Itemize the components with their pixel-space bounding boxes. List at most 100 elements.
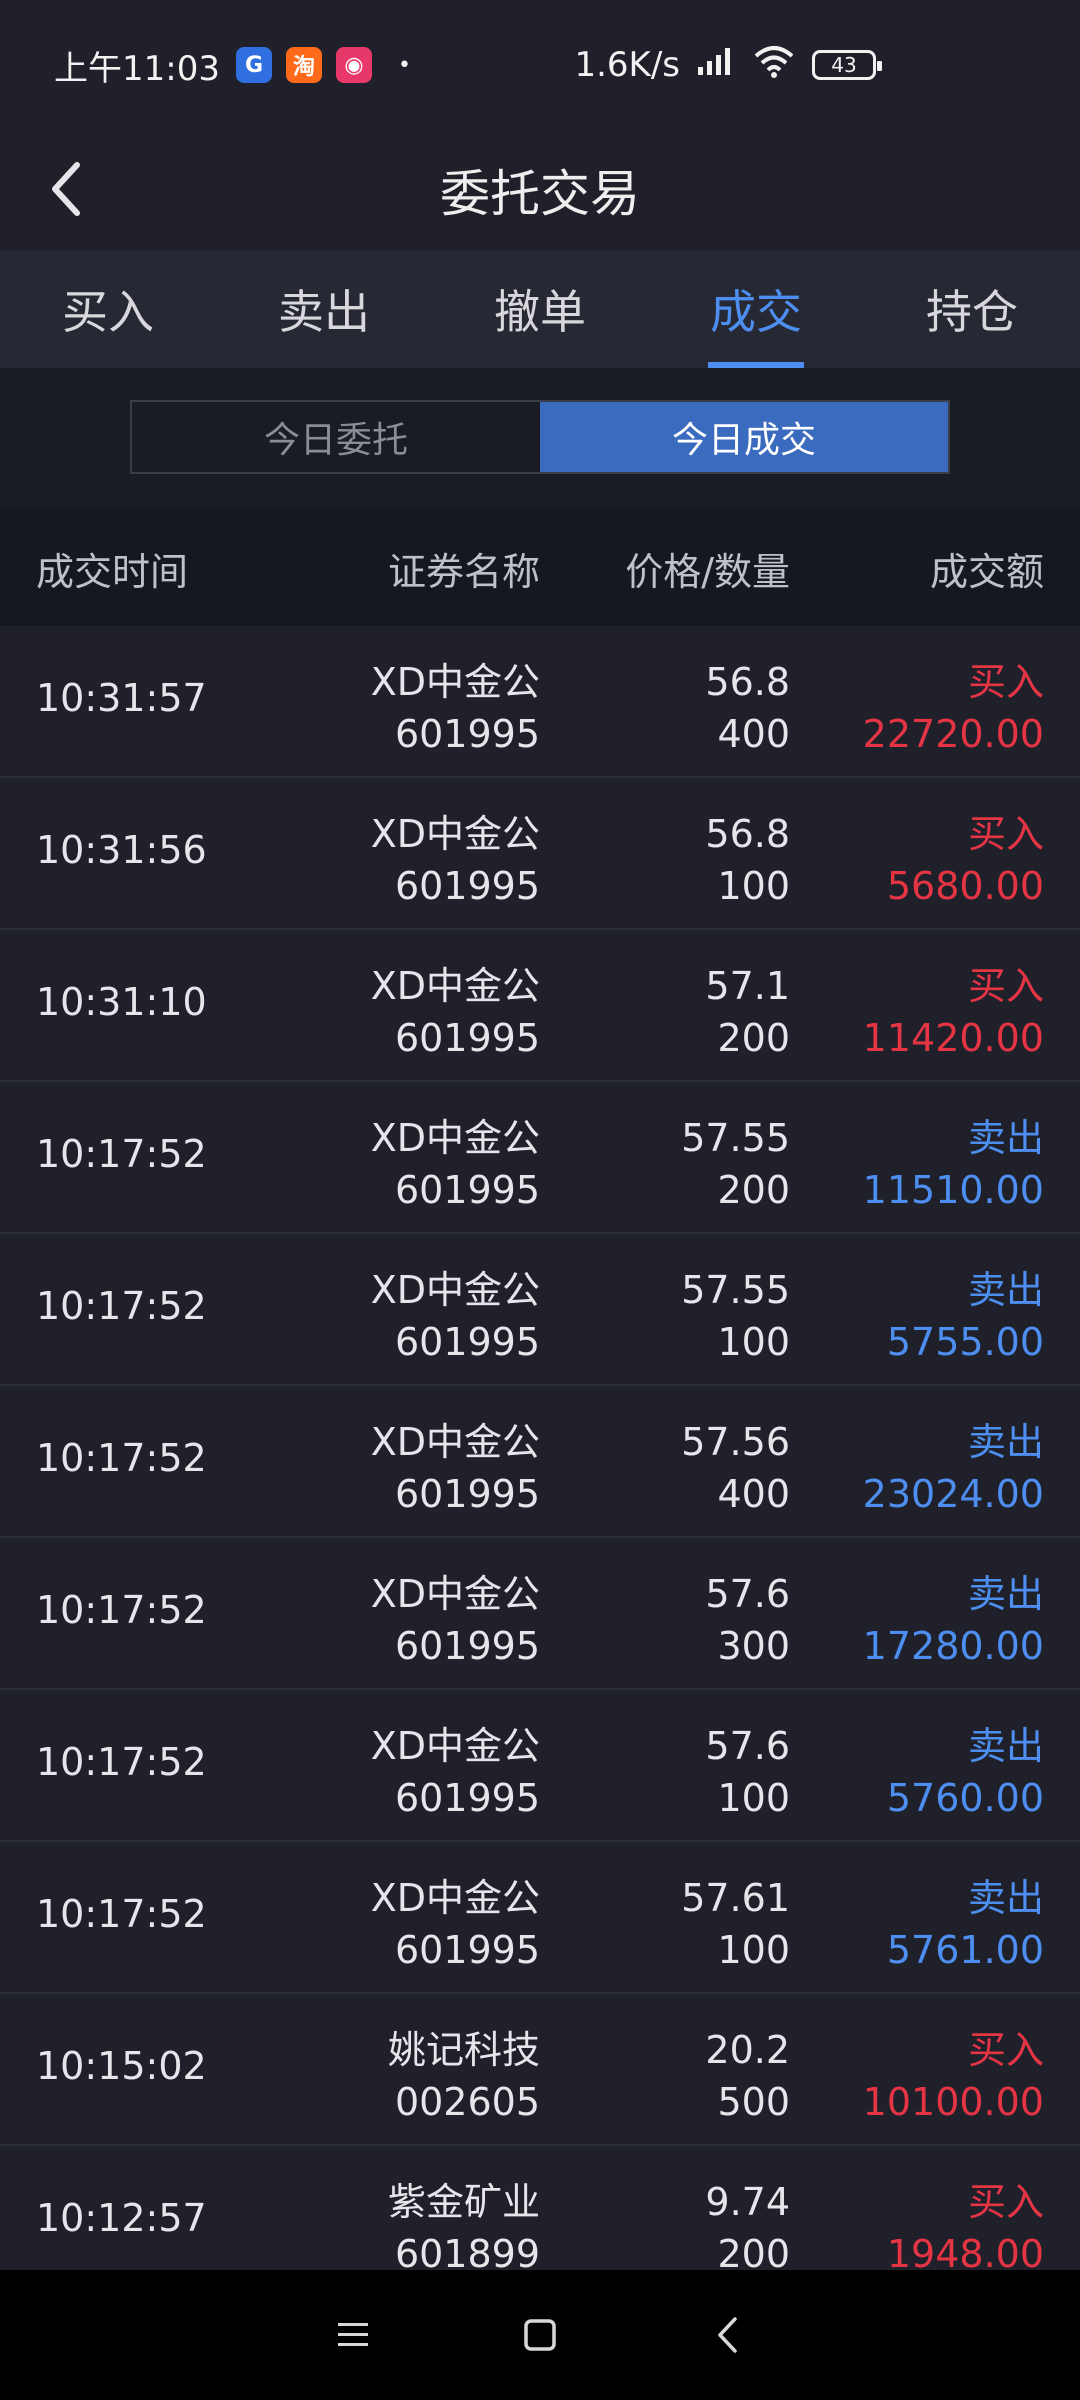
trade-time: 10:17:52: [36, 1588, 207, 1632]
segment-today-deals[interactable]: 今日成交: [540, 402, 948, 472]
trade-price: 57.55: [681, 1268, 790, 1312]
menu-icon[interactable]: [323, 2305, 383, 2365]
security-name: XD中金公: [370, 660, 540, 704]
table-row[interactable]: 10:17:52 XD中金公 601995 57.6 100 卖出 5760.00: [0, 1690, 1080, 1842]
security-name: XD中金公: [370, 1876, 540, 1920]
table-row[interactable]: 10:15:02 姚记科技 002605 20.2 500 买入 10100.00: [0, 1994, 1080, 2146]
tab-buy[interactable]: 买入: [0, 250, 216, 368]
trade-side: 买入: [967, 964, 1044, 1008]
trade-price: 20.2: [705, 2028, 790, 2072]
amount-cell: 买入 10100.00: [863, 2024, 1044, 2128]
trade-time: 10:31:56: [36, 828, 207, 872]
security-code: 601995: [394, 1320, 540, 1364]
trade-price: 57.6: [705, 1724, 790, 1768]
price-qty-cell: 57.6 100: [705, 1720, 790, 1824]
trade-price: 57.1: [705, 964, 790, 1008]
trade-quantity: 500: [717, 2080, 790, 2124]
trade-side: 卖出: [967, 1876, 1044, 1920]
system-nav-bar: [0, 2270, 1080, 2400]
trade-side: 买入: [967, 812, 1044, 856]
trade-side: 卖出: [967, 1116, 1044, 1160]
home-icon[interactable]: [510, 2305, 570, 2365]
table-row[interactable]: 10:17:52 XD中金公 601995 57.55 200 卖出 11510.00: [0, 1082, 1080, 1234]
table-row[interactable]: 10:17:52 XD中金公 601995 57.6 300 卖出 17280.00: [0, 1538, 1080, 1690]
back-button[interactable]: [30, 154, 100, 224]
amount-cell: 卖出 11510.00: [863, 1112, 1044, 1216]
trade-time: 10:31:10: [36, 980, 207, 1024]
status-left: 上午11:03 G 淘 ◉ •: [54, 41, 411, 90]
column-amount: 成交额: [929, 549, 1044, 594]
price-qty-cell: 20.2 500: [705, 2024, 790, 2128]
security-cell: XD中金公 601995: [371, 1872, 540, 1976]
security-cell: XD中金公 601995: [371, 1720, 540, 1824]
table-row[interactable]: 10:17:52 XD中金公 601995 57.61 100 卖出 5761.00: [0, 1842, 1080, 1994]
amount-cell: 卖出 5761.00: [887, 1872, 1044, 1976]
price-qty-cell: 57.55 100: [681, 1264, 790, 1368]
table-row[interactable]: 10:17:52 XD中金公 601995 57.55 100 卖出 5755.00: [0, 1234, 1080, 1386]
trade-price: 9.74: [705, 2180, 790, 2224]
trade-price: 56.8: [705, 660, 790, 704]
trade-side: 卖出: [967, 1724, 1044, 1768]
trade-amount: 11510.00: [862, 1168, 1044, 1212]
price-qty-cell: 56.8 100: [705, 808, 790, 912]
trade-amount: 23024.00: [862, 1472, 1044, 1516]
security-name: 紫金矿业: [387, 2180, 540, 2224]
signal-icon: [696, 45, 736, 86]
tab-sell[interactable]: 卖出: [216, 250, 432, 368]
security-name: XD中金公: [370, 964, 540, 1008]
security-cell: XD中金公 601995: [371, 1112, 540, 1216]
tab-deals[interactable]: 成交: [648, 250, 864, 368]
trade-side: 卖出: [967, 1268, 1044, 1312]
amount-cell: 卖出 23024.00: [863, 1416, 1044, 1520]
table-header: 成交时间 证券名称 价格/数量 成交额: [0, 510, 1080, 626]
amount-cell: 买入 5680.00: [887, 808, 1044, 912]
trade-amount: 10100.00: [862, 2080, 1044, 2124]
column-time: 成交时间: [36, 549, 189, 594]
security-cell: XD中金公 601995: [371, 960, 540, 1064]
price-qty-cell: 57.56 400: [681, 1416, 790, 1520]
segment-area: 今日委托 今日成交: [0, 368, 1080, 510]
column-name: 证券名称: [387, 549, 540, 594]
table-row[interactable]: 10:31:57 XD中金公 601995 56.8 400 买入 22720.00: [0, 626, 1080, 778]
status-bar: 上午11:03 G 淘 ◉ • 1.6K/s 43: [0, 0, 1080, 130]
trade-quantity: 400: [717, 712, 790, 756]
price-qty-cell: 57.6 300: [705, 1568, 790, 1672]
trade-quantity: 400: [717, 1472, 790, 1516]
tab-positions[interactable]: 持仓: [864, 250, 1080, 368]
security-name: 姚记科技: [387, 2028, 540, 2072]
trade-price: 56.8: [705, 812, 790, 856]
table-row[interactable]: 10:17:52 XD中金公 601995 57.56 400 卖出 23024.00: [0, 1386, 1080, 1538]
tab-cancel[interactable]: 撤单: [432, 250, 648, 368]
amount-cell: 卖出 5760.00: [887, 1720, 1044, 1824]
trade-time: 10:17:52: [36, 1740, 207, 1784]
trade-quantity: 100: [717, 1320, 790, 1364]
security-cell: XD中金公 601995: [371, 656, 540, 760]
segment-today-orders[interactable]: 今日委托: [132, 402, 540, 472]
segment-control: 今日委托 今日成交: [130, 400, 950, 474]
security-cell: 紫金矿业 601899: [388, 2176, 540, 2280]
security-name: XD中金公: [370, 1572, 540, 1616]
trade-price: 57.55: [681, 1116, 790, 1160]
security-cell: 姚记科技 002605: [388, 2024, 540, 2128]
table-row[interactable]: 10:31:56 XD中金公 601995 56.8 100 买入 5680.00: [0, 778, 1080, 930]
trade-quantity: 100: [717, 1928, 790, 1972]
security-name: XD中金公: [370, 1116, 540, 1160]
security-code: 601995: [394, 1168, 540, 1212]
trade-tabs: 买入 卖出 撤单 成交 持仓: [0, 250, 1080, 368]
price-qty-cell: 9.74 200: [705, 2176, 790, 2280]
trade-quantity: 200: [717, 1168, 790, 1212]
security-code: 601995: [394, 864, 540, 908]
back-nav-icon[interactable]: [697, 2305, 757, 2365]
security-cell: XD中金公 601995: [371, 1568, 540, 1672]
status-right: 1.6K/s 43: [574, 44, 882, 87]
chevron-left-icon: [52, 162, 80, 216]
battery-icon: 43: [812, 50, 882, 80]
trade-amount: 11420.00: [862, 1016, 1044, 1060]
security-code: 601995: [394, 1624, 540, 1668]
trade-time: 10:17:52: [36, 1132, 207, 1176]
notification-icons: G 淘 ◉: [235, 47, 372, 83]
app-pink-icon: ◉: [335, 47, 372, 83]
table-row[interactable]: 10:31:10 XD中金公 601995 57.1 200 买入 11420.00: [0, 930, 1080, 1082]
trade-side: 卖出: [967, 1572, 1044, 1616]
security-code: 601995: [394, 1776, 540, 1820]
